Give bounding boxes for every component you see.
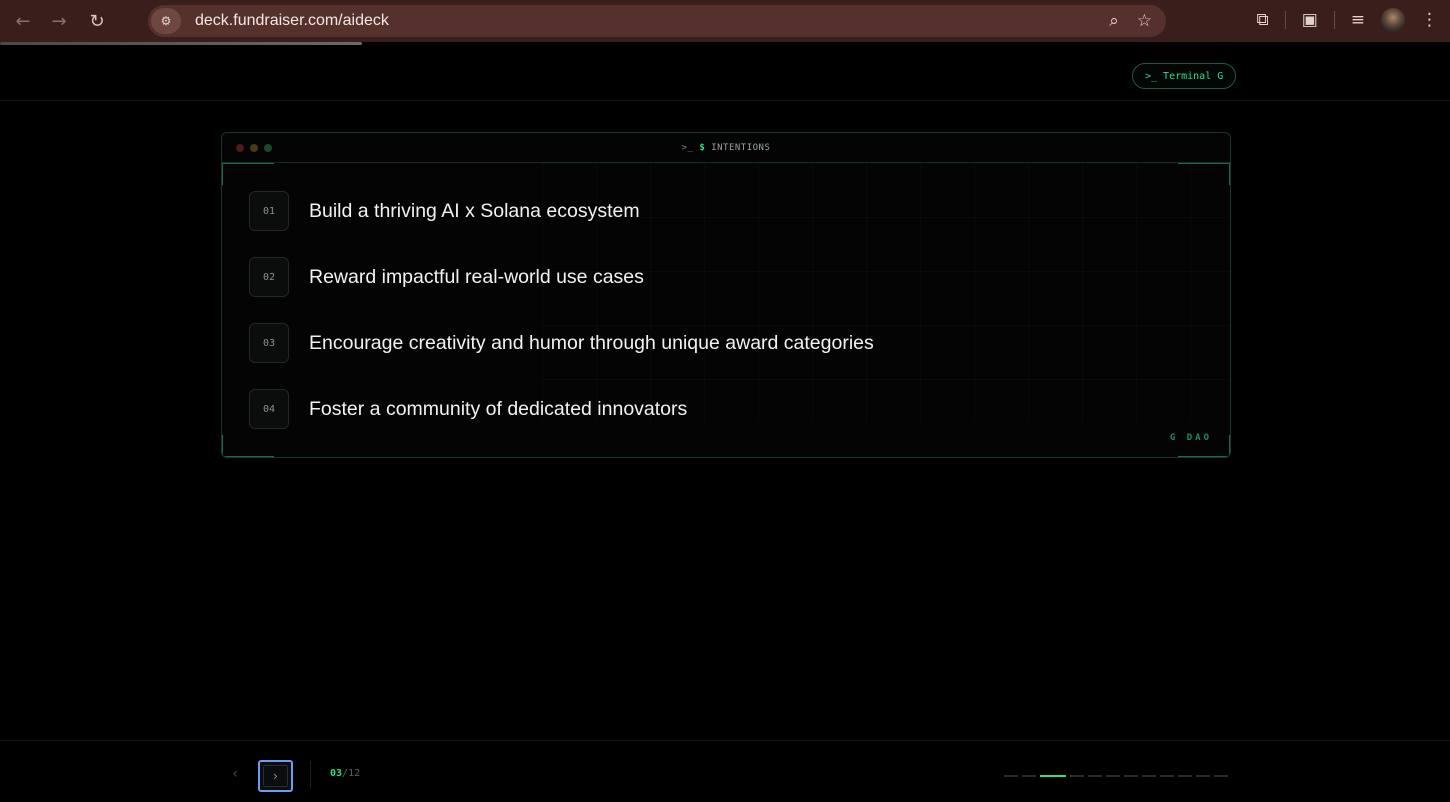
- extensions-icon[interactable]: ⧉: [1257, 10, 1269, 30]
- next-slide-button[interactable]: ›: [258, 760, 293, 792]
- media-controls-icon[interactable]: ≡: [1351, 10, 1365, 30]
- chevron-right-icon: ›: [263, 765, 288, 787]
- brand-tag: G DAO: [1169, 433, 1212, 443]
- profile-avatar[interactable]: [1381, 8, 1405, 32]
- item-number: 04: [249, 389, 289, 429]
- pager-segment[interactable]: [1088, 775, 1102, 777]
- dollar-sign: $: [699, 142, 706, 153]
- card-title: >_ $ INTENTIONS: [682, 143, 771, 153]
- list-item: 03 Encourage creativity and humor throug…: [249, 323, 874, 363]
- item-number: 02: [249, 257, 289, 297]
- pager-segment[interactable]: [1124, 775, 1138, 777]
- app-header: >_ Terminal G: [0, 45, 1450, 101]
- maximize-dot-icon: [264, 144, 272, 152]
- toolbar-divider: [1284, 11, 1286, 29]
- corner-accent: [222, 163, 274, 164]
- card-title-text: INTENTIONS: [711, 142, 771, 153]
- pager-segment[interactable]: [1196, 775, 1210, 777]
- slide-progress: [1004, 775, 1228, 777]
- reload-icon[interactable]: ↻: [84, 8, 110, 34]
- pager-segment[interactable]: [1214, 775, 1228, 777]
- item-text: Reward impactful real-world use cases: [309, 265, 644, 288]
- corner-accent: [222, 435, 223, 457]
- pager-segment[interactable]: [1106, 775, 1120, 777]
- item-text: Foster a community of dedicated innovato…: [309, 397, 688, 420]
- menu-kebab-icon[interactable]: ⋮: [1421, 10, 1438, 30]
- prev-slide-button[interactable]: ‹: [226, 761, 244, 787]
- item-text: Build a thriving AI x Solana ecosystem: [309, 199, 640, 222]
- current-slide: 03: [330, 768, 343, 779]
- pager-segment[interactable]: [1070, 775, 1084, 777]
- close-dot-icon: [236, 144, 244, 152]
- site-settings-icon[interactable]: ⚙: [151, 8, 181, 34]
- card-titlebar: >_ $ INTENTIONS: [222, 133, 1230, 163]
- prompt-icon: >_: [681, 142, 694, 153]
- url-text[interactable]: deck.fundraiser.com/aideck: [195, 12, 389, 30]
- item-text: Encourage creativity and humor through u…: [309, 331, 874, 354]
- pager-segment[interactable]: [1178, 775, 1192, 777]
- list-item: 01 Build a thriving AI x Solana ecosyste…: [249, 191, 874, 231]
- minimize-dot-icon: [250, 144, 258, 152]
- corner-accent: [1178, 456, 1230, 457]
- pager-segment[interactable]: [1022, 775, 1036, 777]
- back-arrow-icon[interactable]: ←: [10, 8, 36, 34]
- pager-segment[interactable]: [1004, 775, 1018, 777]
- zoom-icon[interactable]: ⌕: [1109, 11, 1119, 31]
- pager-segment[interactable]: [1040, 775, 1066, 777]
- corner-accent: [1229, 163, 1230, 185]
- forward-arrow-icon[interactable]: →: [46, 8, 72, 34]
- pager-segment[interactable]: [1160, 775, 1174, 777]
- item-number: 03: [249, 323, 289, 363]
- corner-accent: [1178, 163, 1230, 164]
- corner-accent: [222, 163, 223, 185]
- intentions-terminal-card: >_ $ INTENTIONS 01 Build a thriving AI x…: [221, 132, 1231, 458]
- bookmark-star-icon[interactable]: ☆: [1137, 11, 1152, 31]
- item-number: 01: [249, 191, 289, 231]
- tab-search-icon[interactable]: ▣: [1302, 10, 1318, 30]
- slide-footer: ‹ › 03/12: [0, 740, 1450, 802]
- corner-accent: [1229, 435, 1230, 457]
- corner-accent: [222, 456, 274, 457]
- terminal-button[interactable]: >_ Terminal G: [1132, 63, 1237, 89]
- intentions-list: 01 Build a thriving AI x Solana ecosyste…: [249, 191, 874, 455]
- slide-counter: 03/12: [330, 768, 360, 779]
- list-item: 04 Foster a community of dedicated innov…: [249, 389, 874, 429]
- pager-segment[interactable]: [1142, 775, 1156, 777]
- toolbar-divider: [1333, 11, 1335, 29]
- browser-toolbar: ← → ↻ ⚙ deck.fundraiser.com/aideck ⌕ ☆ ⧉…: [0, 0, 1450, 42]
- list-item: 02 Reward impactful real-world use cases: [249, 257, 874, 297]
- footer-divider: [310, 761, 311, 789]
- window-dots: [236, 144, 272, 152]
- address-bar[interactable]: ⚙ deck.fundraiser.com/aideck ⌕ ☆: [148, 5, 1166, 37]
- total-slides: /12: [342, 768, 361, 779]
